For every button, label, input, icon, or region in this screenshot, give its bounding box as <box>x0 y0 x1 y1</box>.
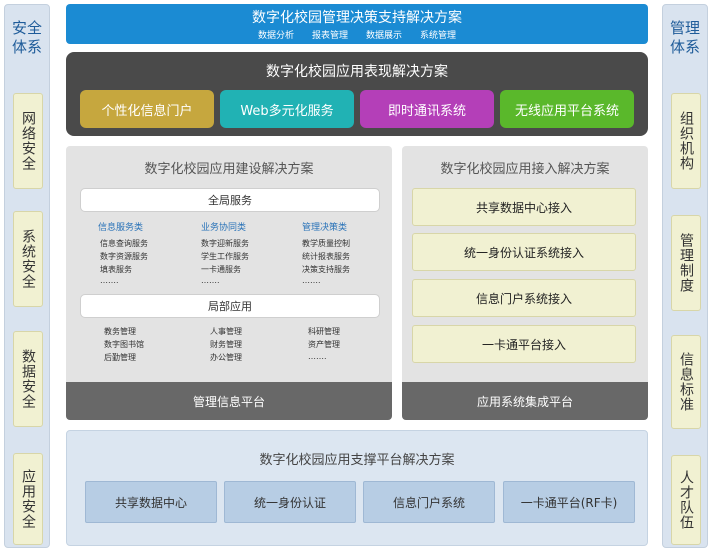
local-app-item: 后勤管理 <box>104 353 136 362</box>
side-item-information-standards: 信息标准 <box>671 335 701 429</box>
management-info-platform: 管理信息平台 <box>66 382 392 420</box>
side-item-talent-team: 人才队伍 <box>671 455 701 545</box>
decision-sub-item: 报表管理 <box>311 31 348 41</box>
category-item: ……. <box>201 276 220 285</box>
access-box-portal: 信息门户系统接入 <box>412 279 636 317</box>
local-app-item: 教务管理 <box>104 327 136 336</box>
side-item-organization: 组织机构 <box>671 93 701 189</box>
side-item-data-security: 数据安全 <box>13 331 43 427</box>
decision-sub-item: 数据分析 <box>257 31 294 41</box>
decision-support-layer: 数字化校园管理决策支持解决方案 数据分析 报表管理 数据展示 系统管理 <box>66 4 648 44</box>
support-title: 数字化校园应用支撑平台解决方案 <box>259 453 455 468</box>
decision-support-title: 数字化校园管理决策支持解决方案 <box>252 10 462 26</box>
side-item-system-security: 系统安全 <box>13 211 43 307</box>
category-item: 填表服务 <box>100 265 132 274</box>
security-system-title: 安全体系 <box>11 19 42 56</box>
support-box-data-center: 共享数据中心 <box>85 481 217 523</box>
category-item: 一卡通服务 <box>201 265 241 274</box>
decision-sub-item: 系统管理 <box>420 31 457 41</box>
local-app-item: 办公管理 <box>210 353 242 362</box>
presentation-title: 数字化校园应用表现解决方案 <box>266 64 448 80</box>
application-integration-platform: 应用系统集成平台 <box>402 382 648 420</box>
category-item: 教学质量控制 <box>302 239 350 248</box>
build-title: 数字化校园应用建设解决方案 <box>144 162 314 177</box>
build-layer: 数字化校园应用建设解决方案 全局服务 信息服务类 业务协同类 管理决策类 信息查… <box>66 146 392 420</box>
local-app-item: ……. <box>308 352 327 361</box>
access-title: 数字化校园应用接入解决方案 <box>440 162 610 177</box>
support-box-portal: 信息门户系统 <box>363 481 495 523</box>
local-app-item: 财务管理 <box>210 340 242 349</box>
decision-support-subitems: 数据分析 报表管理 数据展示 系统管理 <box>66 28 648 41</box>
security-system-column: 安全体系 网络安全 系统安全 数据安全 应用安全 <box>4 4 50 548</box>
support-box-identity: 统一身份认证 <box>224 481 356 523</box>
presentation-layer: 数字化校园应用表现解决方案 个性化信息门户 Web多元化服务 即时通讯系统 无线… <box>66 52 648 136</box>
local-app-item: 资产管理 <box>308 340 340 349</box>
support-box-card-platform: 一卡通平台(RF卡) <box>503 481 635 523</box>
category-title-decision: 管理决策类 <box>302 223 348 233</box>
local-app-item: 数字图书馆 <box>104 340 144 349</box>
category-item: 数字资源服务 <box>100 252 148 261</box>
category-title-info: 信息服务类 <box>98 223 144 233</box>
category-item: 统计报表服务 <box>302 252 350 261</box>
category-item: 学生工作服务 <box>201 252 249 261</box>
category-item: ……. <box>302 276 321 285</box>
local-application-box: 局部应用 <box>80 294 380 318</box>
access-box-data-center: 共享数据中心接入 <box>412 188 636 226</box>
side-item-management-rules: 管理制度 <box>671 215 701 311</box>
category-item: 数字迎新服务 <box>201 239 249 248</box>
side-item-application-security: 应用安全 <box>13 453 43 545</box>
presentation-box-wireless-platform: 无线应用平台系统 <box>500 90 634 128</box>
access-layer: 数字化校园应用接入解决方案 共享数据中心接入 统一身份认证系统接入 信息门户系统… <box>402 146 648 420</box>
category-item: 决策支持服务 <box>302 265 350 274</box>
access-box-card-platform: 一卡通平台接入 <box>412 325 636 363</box>
category-item: ……. <box>100 276 119 285</box>
decision-sub-item: 数据展示 <box>366 31 403 41</box>
management-system-title: 管理体系 <box>669 19 700 56</box>
category-title-collab: 业务协同类 <box>201 223 247 233</box>
presentation-box-web-services: Web多元化服务 <box>220 90 354 128</box>
side-item-network-security: 网络安全 <box>13 93 43 189</box>
support-layer: 数字化校园应用支撑平台解决方案 共享数据中心 统一身份认证 信息门户系统 一卡通… <box>66 430 648 546</box>
presentation-box-portal: 个性化信息门户 <box>80 90 214 128</box>
presentation-box-im-system: 即时通讯系统 <box>360 90 494 128</box>
global-service-box: 全局服务 <box>80 188 380 212</box>
local-app-item: 科研管理 <box>308 327 340 336</box>
category-item: 信息查询服务 <box>100 239 148 248</box>
local-app-item: 人事管理 <box>210 327 242 336</box>
access-box-identity: 统一身份认证系统接入 <box>412 233 636 271</box>
management-system-column: 管理体系 组织机构 管理制度 信息标准 人才队伍 <box>662 4 708 548</box>
